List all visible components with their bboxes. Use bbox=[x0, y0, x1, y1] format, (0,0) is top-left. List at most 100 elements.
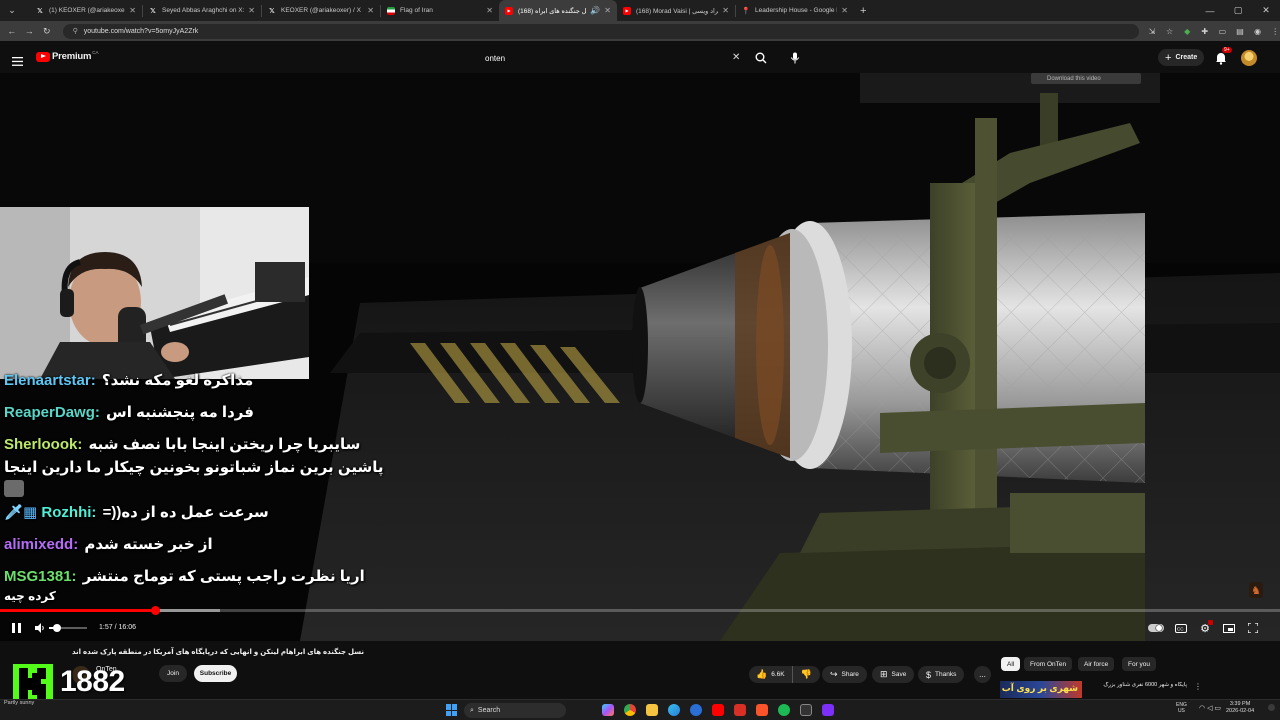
volume-knob[interactable] bbox=[52, 624, 61, 632]
chip-from-onten[interactable]: From OnTen bbox=[1024, 657, 1073, 671]
search-input[interactable]: onten bbox=[477, 48, 749, 68]
spotify-icon[interactable] bbox=[778, 704, 790, 716]
time-display: 1:57 / 16:06 bbox=[99, 624, 136, 631]
flag-icon bbox=[387, 6, 395, 15]
extension-icon[interactable]: ◆ bbox=[1182, 26, 1192, 36]
youtube-app-icon[interactable] bbox=[712, 704, 724, 716]
menu-kebab-icon[interactable]: ⋮ bbox=[1270, 26, 1280, 36]
search-button[interactable] bbox=[752, 50, 770, 66]
new-tab-button[interactable]: + bbox=[854, 0, 872, 21]
bookmark-star-icon[interactable]: ☆ bbox=[1165, 26, 1175, 36]
copilot-icon[interactable] bbox=[602, 704, 614, 716]
extensions-puzzle-icon[interactable]: ✚ bbox=[1200, 26, 1210, 36]
browser-tab[interactable]: 📍 Leadership House - Google Ma ✕ bbox=[736, 0, 854, 21]
taskbar-clock[interactable]: 3:39 PM 2026-02-04 bbox=[1226, 701, 1254, 715]
vpn-icon[interactable] bbox=[690, 704, 702, 716]
recommended-menu-icon[interactable]: ⋮ bbox=[1194, 682, 1202, 691]
language-indicator[interactable]: ENG US bbox=[1176, 702, 1187, 714]
thumbnail-text: شهری بر روی آب bbox=[1001, 683, 1078, 693]
x-icon: 𝕏 bbox=[37, 7, 43, 15]
windows-start-icon[interactable] bbox=[446, 704, 458, 716]
dislike-button[interactable]: 👎 bbox=[792, 666, 820, 683]
create-button[interactable]: + Create bbox=[1158, 49, 1205, 66]
join-button[interactable]: Join bbox=[159, 665, 187, 682]
microphone-icon bbox=[790, 52, 800, 64]
fullscreen-button[interactable] bbox=[1246, 620, 1260, 636]
share-button[interactable]: ↪ Share bbox=[822, 666, 867, 683]
mute-button[interactable] bbox=[33, 620, 47, 636]
notification-center-icon[interactable] bbox=[1268, 704, 1275, 711]
youtube-logo[interactable]: Premium CA bbox=[36, 50, 99, 62]
download-video-button[interactable]: Download this video bbox=[1031, 73, 1141, 84]
mail-icon[interactable] bbox=[734, 704, 746, 716]
close-window-icon[interactable]: ✕ bbox=[1260, 5, 1272, 17]
more-actions-button[interactable]: ... bbox=[974, 666, 991, 683]
save-button[interactable]: ⊞ Save bbox=[872, 666, 915, 683]
system-tray-icons[interactable]: ◠ ◁ ▭ bbox=[1199, 704, 1221, 712]
captions-button[interactable]: CC bbox=[1174, 620, 1188, 636]
plus-icon: + bbox=[1165, 51, 1172, 64]
tab-close-icon[interactable]: ✕ bbox=[248, 6, 255, 15]
tab-close-icon[interactable]: ✕ bbox=[841, 6, 848, 15]
chrome-icon[interactable] bbox=[624, 704, 636, 716]
recommended-video-title[interactable]: پایگاه و شهر 6000 نفری شناور بزرگ bbox=[1087, 682, 1187, 688]
clear-search-icon[interactable]: ✕ bbox=[732, 52, 740, 63]
miniplayer-button[interactable] bbox=[1222, 620, 1236, 636]
browser-tab[interactable]: 𝕏 KEOXER (@ariakeoxer) / X ✕ bbox=[262, 0, 380, 21]
recommended-video-thumbnail[interactable]: شهری بر روی آب bbox=[1000, 681, 1082, 698]
pause-button[interactable] bbox=[9, 620, 23, 636]
tab-audio-icon[interactable]: 🔊 bbox=[590, 6, 600, 15]
progress-bar[interactable] bbox=[0, 606, 1280, 615]
tab-close-icon[interactable]: ✕ bbox=[722, 6, 729, 15]
edge-icon[interactable] bbox=[668, 704, 680, 716]
maximize-icon[interactable]: ▢ bbox=[1232, 5, 1244, 17]
notifications-bell-icon[interactable] bbox=[1214, 51, 1228, 65]
tab-search-icon[interactable]: ⌄ bbox=[6, 5, 18, 17]
chip-air-force[interactable]: Air force bbox=[1078, 657, 1115, 671]
minimize-icon[interactable]: — bbox=[1204, 5, 1216, 17]
channel-watermark-icon[interactable]: ♞ bbox=[1249, 582, 1263, 598]
taskbar-search[interactable]: ⌕ Search bbox=[464, 703, 566, 718]
brave-icon[interactable] bbox=[756, 704, 768, 716]
stream-chat-overlay: Elenaartstar: مذاکره لغو مکه نشد؟ Reaper… bbox=[4, 373, 384, 620]
tab-close-icon[interactable]: ✕ bbox=[604, 6, 611, 15]
tab-close-icon[interactable]: ✕ bbox=[129, 6, 136, 15]
chat-message: ReaperDawg: فردا مه پنجشنبه اس bbox=[4, 405, 324, 421]
chip-for-you[interactable]: For you bbox=[1122, 657, 1157, 671]
browser-tab[interactable]: 𝕏 Seyed Abbas Araghchi on X: "N ✕ bbox=[143, 0, 261, 21]
browser-tab[interactable]: Flag of Iran ✕ bbox=[381, 0, 499, 21]
url-field[interactable]: ⚲ youtube.com/watch?v=5omyJyA2Zrk bbox=[62, 23, 1140, 39]
site-info-icon[interactable]: ⚲ bbox=[73, 27, 78, 35]
progress-scrubber[interactable] bbox=[151, 606, 160, 615]
cat-emote-icon bbox=[4, 480, 24, 497]
clock-date: 2026-02-04 bbox=[1226, 708, 1255, 714]
back-icon[interactable]: ← bbox=[6, 25, 18, 37]
file-explorer-icon[interactable] bbox=[646, 704, 658, 716]
browser-tab[interactable]: ▶ (168) Morad Vaisi | مراد ویسی ✕ bbox=[617, 0, 735, 21]
browser-tab-active[interactable]: ▶ (168) نسل جنگنده های ابراه 🔊 ✕ bbox=[499, 0, 617, 21]
subscribe-button[interactable]: Subscribe bbox=[194, 665, 237, 682]
chat-message: MSG1381: اریا نظرت راجب پستی که توماج من… bbox=[4, 569, 365, 604]
forward-icon[interactable]: → bbox=[24, 25, 36, 37]
voice-search-button[interactable] bbox=[786, 50, 804, 66]
hamburger-menu-icon[interactable] bbox=[12, 53, 23, 66]
install-icon[interactable]: ⇲ bbox=[1147, 26, 1157, 36]
cast-icon[interactable]: ▤ bbox=[1235, 26, 1245, 36]
volume-slider[interactable] bbox=[49, 624, 87, 632]
chat-text-continued: پاشین برین نماز شباتونو بخونین چیکار ما … bbox=[4, 459, 384, 476]
tab-close-icon[interactable]: ✕ bbox=[486, 6, 493, 15]
weather-widget[interactable]: Partly sunny bbox=[4, 700, 34, 706]
browser-tab[interactable]: 𝕏 (1) KEOXER (@ariakeoxer) / X ✕ bbox=[30, 0, 142, 21]
chip-all[interactable]: All bbox=[1001, 657, 1021, 671]
thanks-button[interactable]: $ Thanks bbox=[918, 666, 965, 683]
like-button[interactable]: 👍 6.6K bbox=[749, 666, 791, 683]
terminal-icon[interactable] bbox=[800, 704, 812, 716]
autoplay-toggle[interactable] bbox=[1148, 620, 1164, 636]
sidebar-icon[interactable]: ▭ bbox=[1218, 26, 1228, 36]
tab-close-icon[interactable]: ✕ bbox=[367, 6, 374, 15]
reload-icon[interactable]: ↻ bbox=[41, 25, 53, 37]
video-player[interactable]: Elenaartstar: مذاکره لغو مکه نشد؟ Reaper… bbox=[0, 73, 1280, 641]
app-icon[interactable] bbox=[822, 704, 834, 716]
profile-icon[interactable]: ◉ bbox=[1253, 26, 1263, 36]
account-avatar[interactable] bbox=[1241, 50, 1257, 66]
